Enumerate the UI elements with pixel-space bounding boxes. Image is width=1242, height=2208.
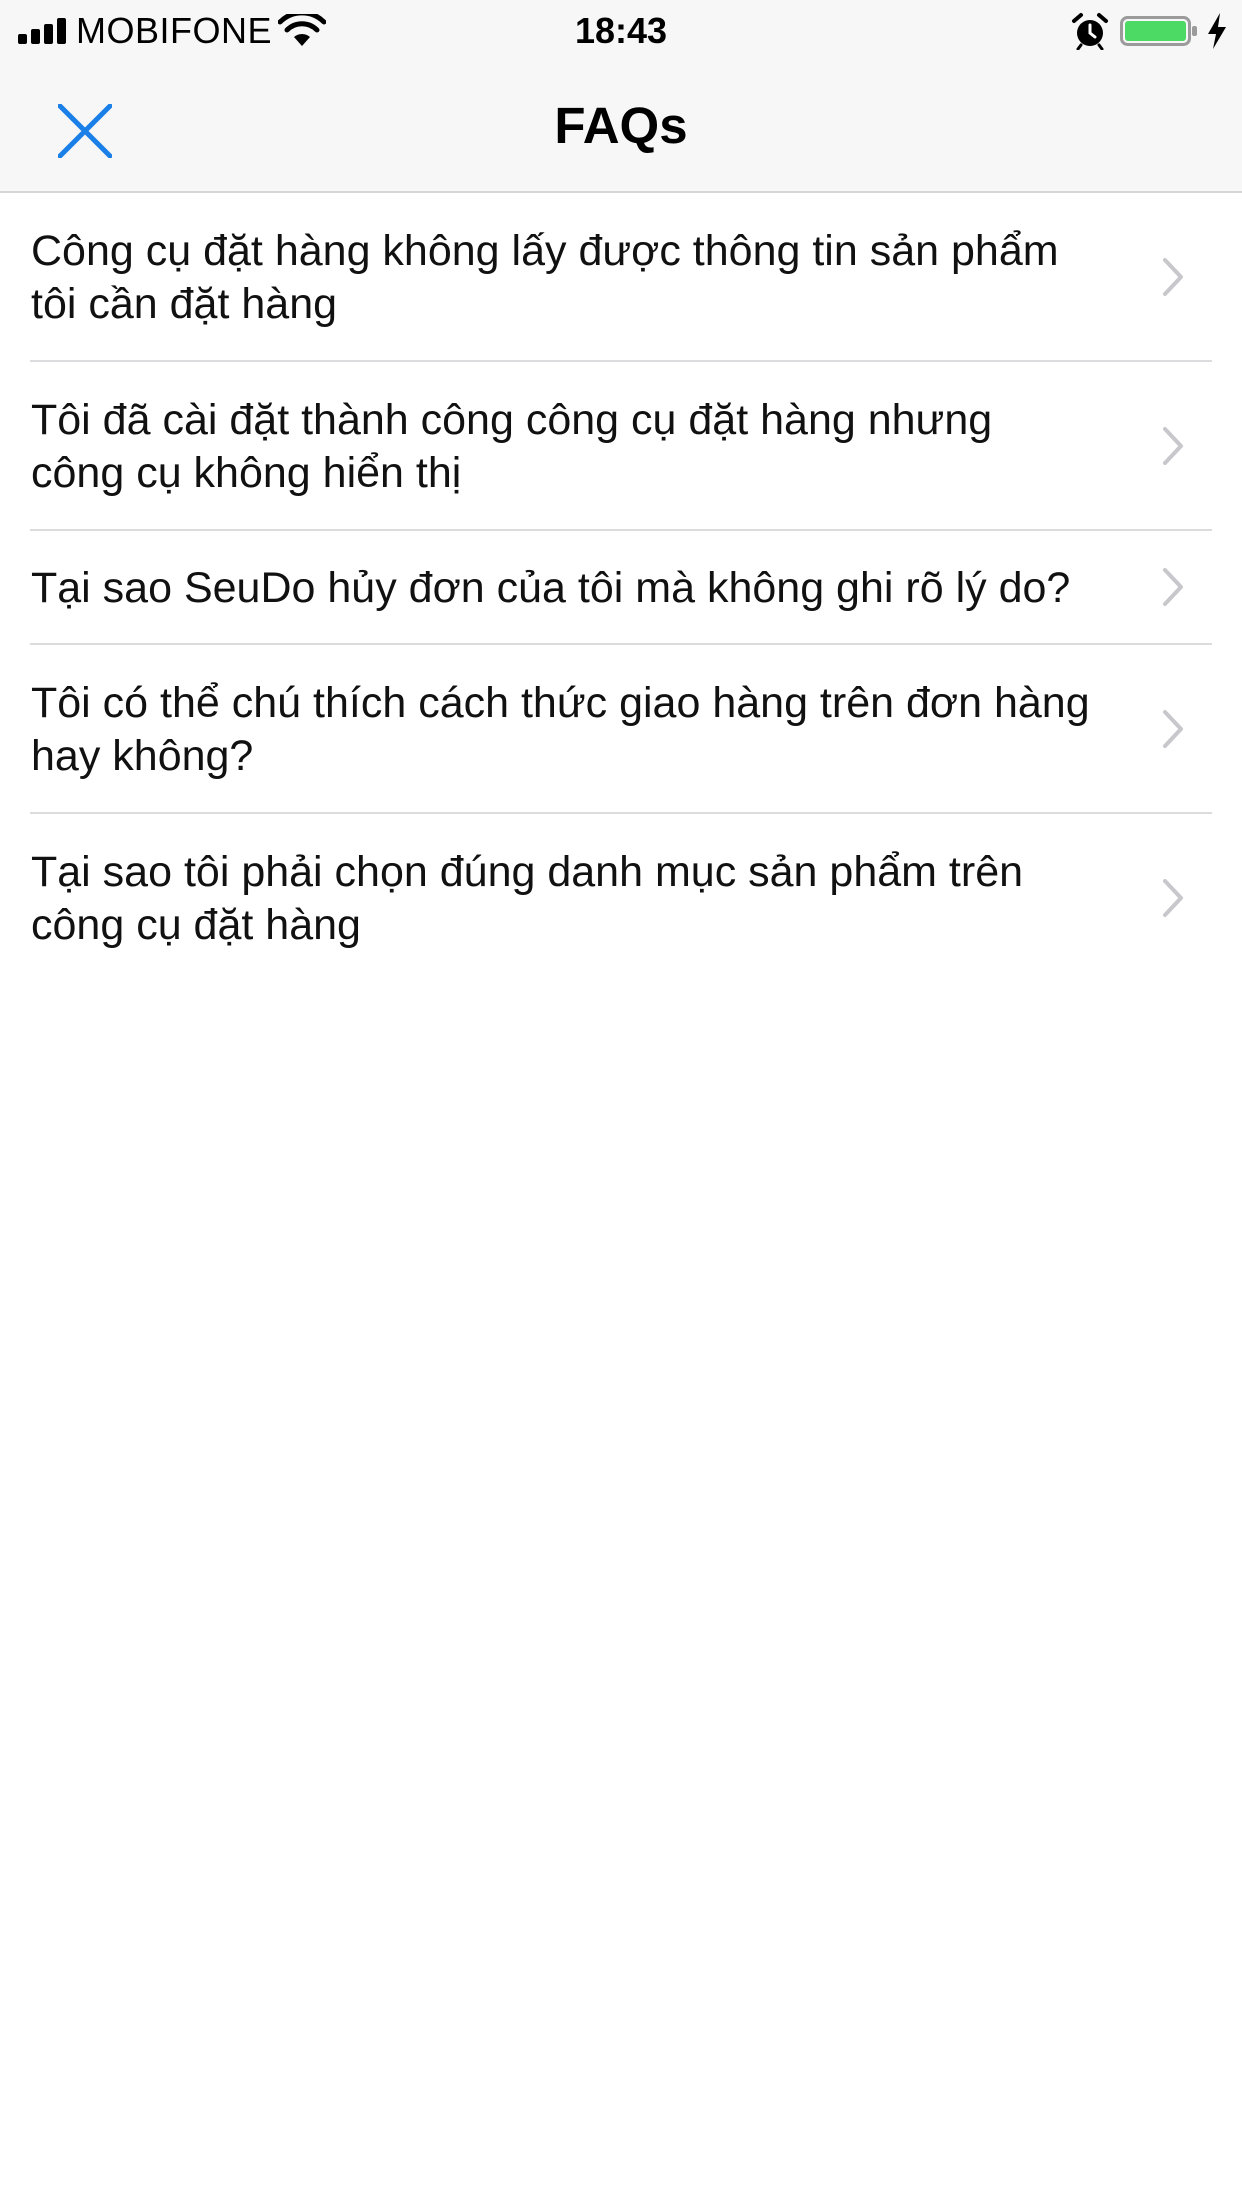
faq-item[interactable]: Công cụ đặt hàng không lấy được thông ti… [30,193,1212,362]
page-title: FAQs [554,97,688,154]
chevron-right-icon [1163,879,1183,917]
faq-item[interactable]: Tôi đã cài đặt thành công công cụ đặt hà… [30,362,1212,531]
faq-question: Tôi có thể chú thích cách thức giao hàng… [31,679,1090,780]
faq-question: Công cụ đặt hàng không lấy được thông ti… [31,227,1059,328]
faq-item[interactable]: Tại sao tôi phải chọn đúng danh mục sản … [30,814,1212,983]
faq-question: Tại sao tôi phải chọn đúng danh mục sản … [31,848,1024,949]
faq-item[interactable]: Tôi có thể chú thích cách thức giao hàng… [30,645,1212,814]
faq-question: Tại sao SeuDo hủy đơn của tôi mà không g… [31,564,1071,612]
chevron-right-icon [1163,568,1183,606]
navigation-bar: FAQs [0,62,1242,193]
battery-icon [1120,16,1197,46]
status-time: 18:43 [574,10,668,51]
alarm-icon [1072,13,1108,50]
status-bar: MOBIFONE 18:43 [0,0,1242,62]
chevron-right-icon [1163,710,1183,748]
chevron-right-icon [1163,258,1183,296]
faq-item[interactable]: Tại sao SeuDo hủy đơn của tôi mà không g… [30,531,1212,645]
charging-bolt-icon [1208,13,1226,49]
faq-question: Tôi đã cài đặt thành công công cụ đặt hà… [31,396,993,497]
chevron-right-icon [1163,427,1183,465]
faq-list: Công cụ đặt hàng không lấy được thông ti… [0,193,1242,983]
